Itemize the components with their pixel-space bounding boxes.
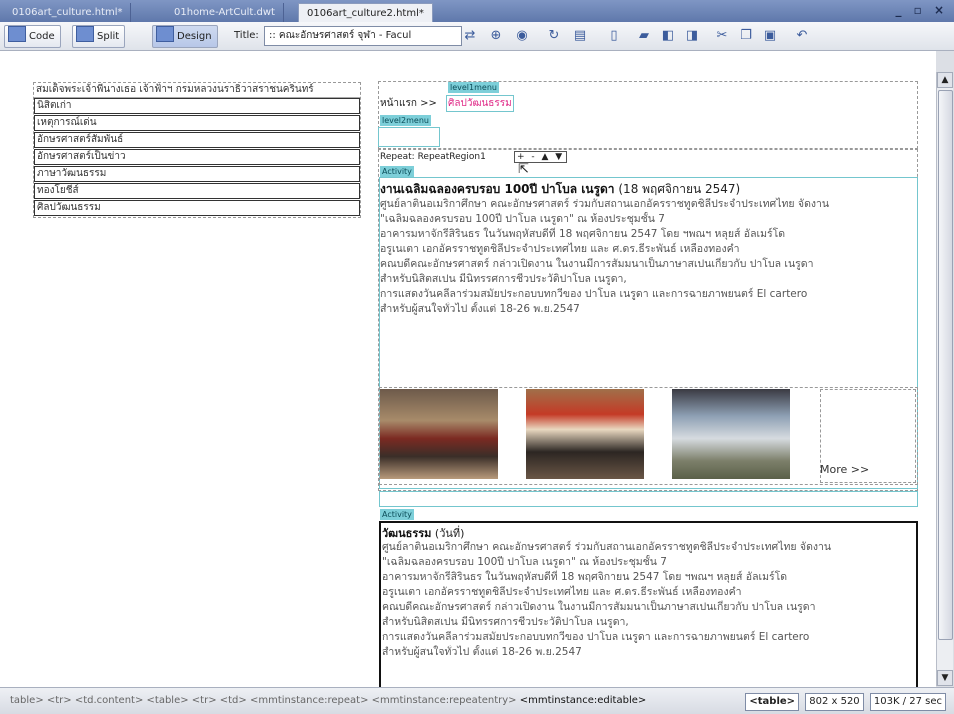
file-management-icon[interactable]: ⇄ (462, 28, 478, 44)
open-folder-icon[interactable]: ▰ (636, 28, 652, 44)
level2-region-tag: level2menu (380, 115, 431, 126)
article2-line: สำหรับนิสิตสเปน มีนิทรรศการชีวประวัติปาโ… (382, 616, 629, 628)
cut-icon[interactable]: ✂ (714, 28, 730, 44)
article-line: อาคารมหาจักรีสิรินธร ในวันพฤหัสบดีที่ 18… (380, 228, 786, 240)
download-size: 103K / 27 sec (869, 693, 946, 711)
preview-browser-icon[interactable]: ⊕ (488, 28, 504, 44)
window-size-select[interactable]: 802 x 520 (805, 693, 864, 711)
status-info: <table> 802 x 520 103K / 27 sec (742, 693, 946, 711)
save-all-icon[interactable]: ◨ (684, 28, 700, 44)
nav-table: สมเด็จพระเจ้าพี่นางเธอ เจ้าฟ้าฯ กรมหลวงน… (33, 82, 361, 218)
breadcrumb-current: ศิลปวัฒนธรรม (446, 95, 514, 112)
scroll-down-arrow-icon[interactable]: ▼ (937, 670, 953, 686)
article-line: คณบดีคณะอักษรศาสตร์ กล่าวเปิดงาน ในงานมี… (380, 258, 814, 270)
copy-icon[interactable]: ❐ (738, 28, 754, 44)
article2-line: การแสดงวันคลีลาร่วมสมัยประกอบบทกวีของ ปา… (382, 631, 810, 643)
tag-path[interactable]: table> <tr> <td.content> <table> <tr> <t… (10, 695, 517, 706)
article2-line: อรูเนเตา เอกอัครราชทูตชิลีประจำประเทศไทย… (382, 586, 742, 598)
nav-item[interactable]: ศิลปวัฒนธรรม (34, 200, 360, 216)
repeat-region-label: Repeat: RepeatRegion1 (380, 152, 486, 162)
article2-date: (วันที่) (434, 527, 465, 540)
code-icon (8, 26, 26, 42)
design-icon (156, 26, 174, 42)
page-title-input[interactable]: :: คณะอักษรศาสตร์ จุฬา - Facul (264, 26, 462, 46)
split-icon (76, 26, 94, 42)
article2-title: วัฒนธรรม (382, 527, 432, 540)
design-view-button[interactable]: Design (152, 25, 218, 48)
event-photo-exhibition[interactable] (672, 389, 790, 479)
activity-region-tag: Activity (380, 166, 414, 177)
article2-body: ศูนย์ลาตินอเมริกาศึกษา คณะอักษรศาสตร์ ร่… (382, 540, 912, 660)
tab-0106art-culture[interactable]: 0106art_culture.html* (4, 3, 132, 22)
mouse-cursor-icon: ⇱ (518, 162, 529, 177)
article2-line: "เฉลิมฉลองครบรอบ 100ปี ปาโบล เนรูดา" ณ ห… (382, 556, 667, 568)
breadcrumb-home-link[interactable]: หน้าแรก >> (380, 96, 437, 111)
article2-line: สำหรับผู้สนใจทั่วไป ตั้งแต่ 18-26 พ.ย.25… (382, 646, 582, 658)
status-bar: table> <tr> <td.content> <table> <tr> <t… (0, 687, 954, 714)
nav-item[interactable]: ทองโยชีส์ (34, 183, 360, 199)
event-photo-audience[interactable] (380, 389, 498, 479)
level2-region (378, 127, 440, 147)
document-tab-bar: 0106art_culture.html* 01home-ArtCult.dwt… (0, 0, 954, 23)
globe-icon[interactable]: ◉ (514, 28, 530, 44)
article-line: ศูนย์ลาตินอเมริกาศึกษา คณะอักษรศาสตร์ ร่… (380, 198, 830, 210)
article2-line: ศูนย์ลาตินอเมริกาศึกษา คณะอักษรศาสตร์ ร่… (382, 541, 832, 553)
design-canvas[interactable]: level1menu หน้าแรก >> ศิลปวัฒนธรรม level… (370, 51, 936, 687)
undo-icon[interactable]: ↶ (794, 28, 810, 44)
activity2-region-tag: Activity (380, 509, 414, 520)
article-line: สำหรับนิสิตสเปน มีนิทรรศการชีวประวัติปาโ… (380, 273, 627, 285)
tab-01home-artcult[interactable]: 01home-ArtCult.dwt (166, 3, 284, 22)
article-line: การแสดงวันคลีลาร่วมสมัยประกอบบทกวีของ ปา… (380, 288, 808, 300)
article2-line: อาคารมหาจักรีสิรินธร ในวันพฤหัสบดีที่ 18… (382, 571, 788, 583)
save-icon[interactable]: ◧ (660, 28, 676, 44)
nav-item[interactable]: อักษรศาสตร์เป็นข่าว (34, 149, 360, 165)
article-title: งานเฉลิมฉลองครบรอบ 100ปี ปาโบล เนรูดา (380, 182, 615, 196)
nav-item[interactable]: อักษรศาสตร์สัมพันธ์ (34, 132, 360, 148)
article-line: สำหรับผู้สนใจทั่วไป ตั้งแต่ 18-26 พ.ย.25… (380, 303, 580, 315)
vertical-scrollbar[interactable]: ▲ ▼ (936, 72, 953, 686)
refresh-icon[interactable]: ↻ (546, 28, 562, 44)
view-options-icon[interactable]: ▤ (572, 28, 588, 44)
tag-selected[interactable]: <table> (745, 693, 800, 711)
nav-item[interactable]: ภาษาวัฒนธรรม (34, 166, 360, 182)
code-label: Code (29, 31, 55, 42)
title-label: Title: (234, 30, 259, 41)
event-photo-hall[interactable] (526, 389, 644, 479)
scroll-up-arrow-icon[interactable]: ▲ (937, 72, 953, 88)
document-toolbar: Code Split Design Title: :: คณะอักษรศาสต… (0, 22, 954, 51)
left-navigation-pane: สมเด็จพระเจ้าพี่นางเธอ เจ้าฟ้าฯ กรมหลวงน… (0, 51, 370, 687)
nav-item[interactable]: นิสิตเก่า (34, 98, 360, 114)
split-view-button[interactable]: Split (72, 25, 126, 48)
new-document-icon[interactable]: ▯ (606, 28, 622, 44)
window-controls[interactable]: _ ▫ × (895, 3, 948, 17)
article-body: ศูนย์ลาตินอเมริกาศึกษา คณะอักษรศาสตร์ ร่… (380, 197, 910, 317)
design-label: Design (177, 31, 212, 42)
spacer-region (379, 491, 918, 507)
article-line: "เฉลิมฉลองครบรอบ 100ปี ปาโบล เนรูดา" ณ ห… (380, 213, 665, 225)
tab-0106art-culture2[interactable]: 0106art_culture2.html* (298, 3, 433, 23)
article-date: (18 พฤศจิกายน 2547) (618, 182, 741, 196)
tag-selector: table> <tr> <td.content> <table> <tr> <t… (10, 688, 646, 714)
nav-header: สมเด็จพระเจ้าพี่นางเธอ เจ้าฟ้าฯ กรมหลวงน… (34, 83, 360, 98)
tag-editable[interactable]: <mmtinstance:editable> (520, 695, 647, 706)
code-view-button[interactable]: Code (4, 25, 61, 48)
nav-item[interactable]: เหตุการณ์เด่น (34, 115, 360, 131)
article2-line: คณบดีคณะอักษรศาสตร์ กล่าวเปิดงาน ในงานมี… (382, 601, 816, 613)
article-line: อรูเนเตา เอกอัครราชทูตชิลีประจำประเทศไทย… (380, 243, 740, 255)
split-label: Split (97, 31, 120, 42)
paste-icon[interactable]: ▣ (762, 28, 778, 44)
scroll-thumb[interactable] (938, 90, 953, 640)
level1-region-tag: level1menu (448, 82, 499, 93)
more-link[interactable]: More >> (820, 463, 869, 476)
